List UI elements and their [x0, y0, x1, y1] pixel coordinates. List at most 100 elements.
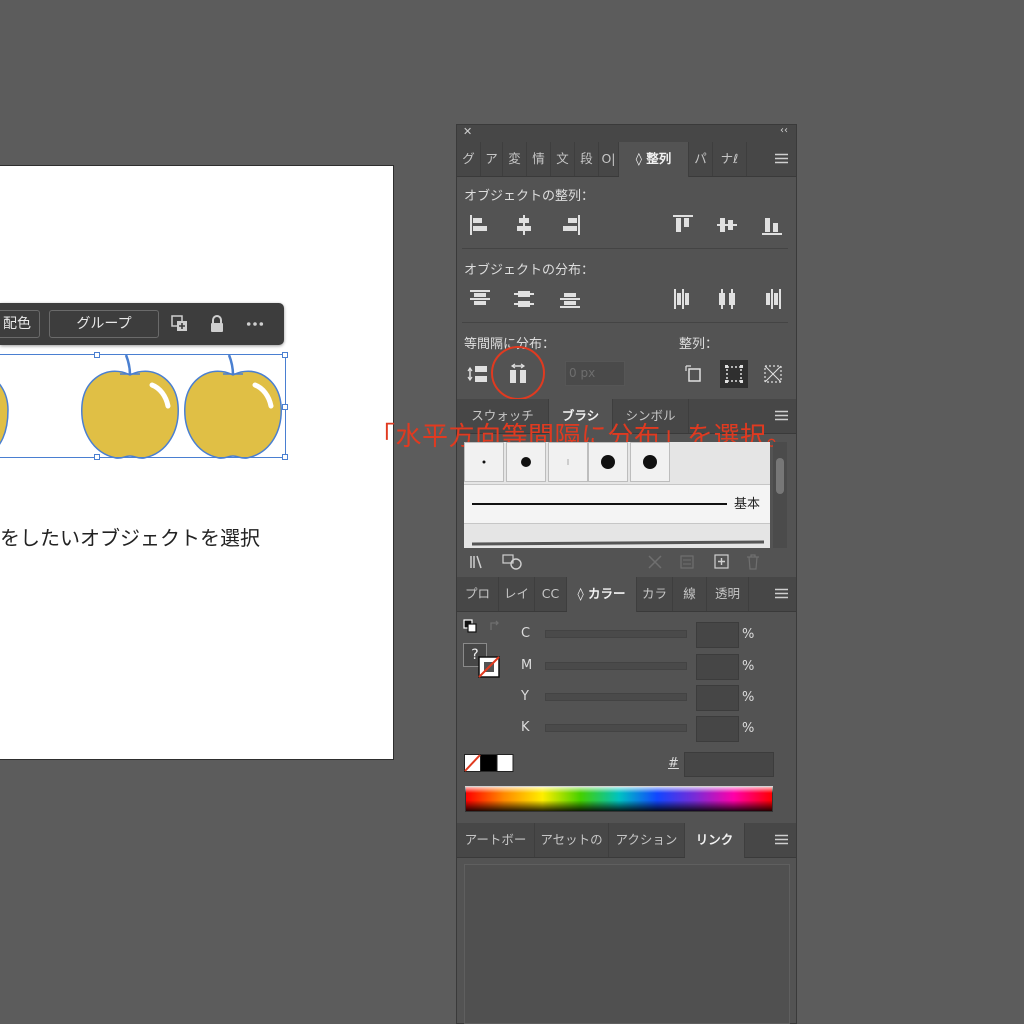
tab-appearance[interactable]: ア [481, 142, 503, 176]
distribute-bottom-icon[interactable] [559, 288, 581, 310]
distribute-vertical-center-icon[interactable] [513, 288, 535, 310]
recolor-button[interactable]: 配色 [0, 310, 40, 338]
hex-label: # [668, 756, 679, 771]
cyan-unit: % [742, 627, 755, 642]
align-to-key-object-icon[interactable] [720, 360, 748, 388]
vertical-distribute-space-icon[interactable] [467, 363, 489, 385]
tab-paragraph[interactable]: 段 [575, 142, 599, 176]
selection-handle[interactable] [282, 352, 288, 358]
color-panel-tabbar: プロ レイ CC ◊ カラー カラ 線 透明 [457, 577, 796, 612]
more-options-icon[interactable] [246, 315, 264, 333]
tab-stroke[interactable]: 線 [673, 577, 707, 611]
align-left-icon[interactable] [469, 214, 491, 236]
brush-dot-3[interactable] [548, 442, 588, 482]
tab-graphic-styles[interactable]: グ [457, 142, 481, 176]
cyan-value-input[interactable] [696, 622, 739, 648]
tab-actions[interactable]: アクション [609, 823, 685, 857]
black-slider[interactable] [545, 724, 687, 732]
color-spectrum-highlight [465, 786, 773, 793]
align-to-artboard-icon[interactable] [762, 363, 784, 385]
tab-properties[interactable]: プロ [457, 577, 499, 611]
tab-color-guide[interactable]: カラ [637, 577, 673, 611]
brush-libraries-icon[interactable] [469, 555, 489, 569]
new-brush-icon[interactable] [714, 554, 729, 569]
yellow-value-input[interactable] [696, 685, 739, 711]
artboard[interactable] [0, 165, 394, 760]
lock-icon[interactable] [208, 315, 226, 333]
align-to-label: 整列： [679, 337, 719, 352]
distribute-top-icon[interactable] [469, 288, 491, 310]
highlight-circle [491, 346, 545, 400]
distribute-right-icon[interactable] [761, 288, 783, 310]
hex-input[interactable] [684, 752, 774, 777]
tab-transform[interactable]: 変 [503, 142, 527, 176]
panel-menu-icon[interactable] [775, 153, 788, 164]
selection-handle[interactable] [282, 404, 288, 410]
magenta-value-input[interactable] [696, 654, 739, 680]
tab-asset-export[interactable]: アセットの [535, 823, 609, 857]
selection-handle[interactable] [282, 454, 288, 460]
align-bottom-icon[interactable] [761, 214, 783, 236]
distribute-horizontal-center-icon[interactable] [716, 288, 738, 310]
align-top-icon[interactable] [672, 214, 694, 236]
brush-dot-1[interactable] [464, 442, 504, 482]
delete-brush-icon[interactable] [746, 554, 760, 570]
tab-transparency[interactable]: 透明 [707, 577, 749, 611]
yellow-slider[interactable] [545, 693, 687, 701]
spacing-input[interactable]: 0 px [565, 361, 625, 386]
brush-options-icon[interactable] [680, 555, 694, 569]
stroke-swatch[interactable] [478, 656, 500, 678]
brush-dot-4[interactable] [588, 442, 628, 482]
panel-menu-icon[interactable] [775, 588, 788, 599]
instruction-text: をしたいオブジェクトを選択 [0, 526, 260, 550]
cyan-label: C [521, 626, 531, 641]
tab-cc-libraries[interactable]: CC [535, 577, 567, 611]
black-unit: % [742, 721, 755, 736]
duplicate-icon[interactable] [171, 315, 189, 333]
brush-dot-5[interactable] [630, 442, 670, 482]
selection-bounding-box[interactable] [0, 352, 288, 460]
close-icon[interactable]: ✕ [463, 125, 472, 138]
remove-stroke-icon[interactable] [648, 555, 662, 569]
tab-artboards[interactable]: アートボー [457, 823, 535, 857]
none-black-white-swatches[interactable] [464, 754, 514, 772]
black-value-input[interactable] [696, 716, 739, 742]
tab-links[interactable]: リンク [685, 823, 745, 858]
magenta-unit: % [742, 659, 755, 674]
tab-color[interactable]: ◊ カラー [567, 577, 637, 612]
basic-brush-label: 基本 [734, 497, 761, 512]
brush-dot-2[interactable] [506, 442, 546, 482]
swap-fill-stroke-icon[interactable] [488, 619, 502, 633]
align-right-icon[interactable] [559, 214, 581, 236]
selection-handle[interactable] [94, 454, 100, 460]
cyan-slider[interactable] [545, 630, 687, 638]
align-to-selection-icon[interactable] [683, 363, 705, 385]
default-fill-stroke-icon[interactable] [463, 619, 477, 633]
tab-layers[interactable]: レイ [499, 577, 535, 611]
cc-libraries-icon[interactable] [502, 554, 524, 570]
group-button[interactable]: グループ [49, 310, 159, 338]
tab-navigator[interactable]: ナℓ [713, 142, 747, 176]
tab-opentype[interactable]: O| [599, 142, 619, 176]
links-panel-tabbar: アートボー アセットの アクション リンク [457, 823, 796, 858]
align-vertical-center-icon[interactable] [716, 214, 738, 236]
align-objects-label: オブジェクトの整列： [464, 189, 595, 204]
basic-brush-row[interactable] [464, 484, 770, 524]
tab-align[interactable]: ◊ 整列 [619, 142, 689, 177]
section-divider [462, 248, 788, 249]
tab-character[interactable]: 文 [551, 142, 575, 176]
yellow-label: Y [521, 689, 529, 704]
tab-info[interactable]: 情 [527, 142, 551, 176]
align-horizontal-center-icon[interactable] [513, 214, 535, 236]
magenta-label: M [521, 658, 533, 673]
charcoal-brush-stroke[interactable] [464, 536, 770, 548]
links-list[interactable] [464, 864, 790, 1024]
brush-library: 基本 [464, 442, 770, 548]
distribute-left-icon[interactable] [672, 288, 694, 310]
collapse-icon[interactable]: ‹‹ [780, 125, 788, 136]
brush-scrollbar[interactable] [773, 442, 787, 548]
tab-pathfinder[interactable]: パ [689, 142, 713, 176]
selection-handle[interactable] [94, 352, 100, 358]
panel-menu-icon[interactable] [775, 834, 788, 845]
magenta-slider[interactable] [545, 662, 687, 670]
